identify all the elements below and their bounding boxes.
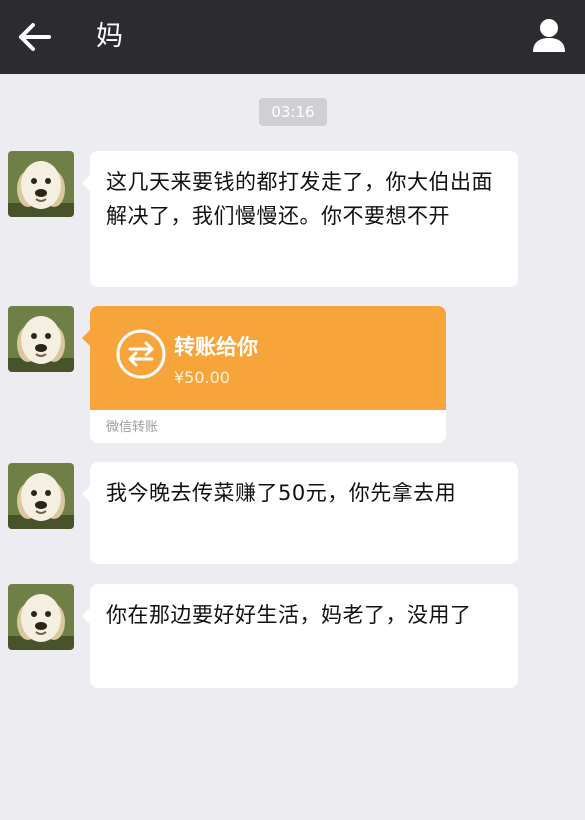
transfer-card[interactable]: 转账给你 ¥50.00 微信转账	[82, 306, 446, 443]
avatar[interactable]	[8, 584, 74, 650]
transfer-footer-label: 微信转账	[106, 420, 159, 435]
transfer-amount: ¥50.00	[174, 368, 230, 387]
transfer-title: 转账给你	[174, 335, 258, 359]
message-bubble[interactable]: 这几天来要钱的都打发走了，你大伯出面解决了，我们慢慢还。你不要想不开	[82, 151, 518, 287]
chat-title: 妈	[96, 21, 123, 52]
arrow-left-icon	[19, 23, 51, 51]
timestamp: 03:16	[259, 98, 327, 126]
dog-avatar-image	[8, 151, 74, 217]
top-bar: 妈	[0, 0, 585, 74]
transfer-icon	[114, 327, 168, 381]
message-text: 这几天来要钱的都打发走了，你大伯出面解决了，我们慢慢还。你不要想不开	[106, 170, 493, 228]
message-bubble[interactable]: 你在那边要好好生活，妈老了，没用了	[82, 584, 518, 688]
avatar[interactable]	[8, 463, 74, 529]
message-bubble[interactable]: 我今晚去传菜赚了50元，你先拿去用	[82, 462, 518, 564]
dog-avatar-image	[8, 306, 74, 372]
message-text: 我今晚去传菜赚了50元，你先拿去用	[106, 481, 457, 505]
dog-avatar-image	[8, 463, 74, 529]
profile-button[interactable]	[527, 14, 571, 58]
transfer-card-header: 转账给你 ¥50.00	[90, 306, 446, 410]
avatar[interactable]	[8, 151, 74, 217]
dog-avatar-image	[8, 584, 74, 650]
person-icon	[533, 19, 565, 52]
avatar[interactable]	[8, 306, 74, 372]
back-button[interactable]	[14, 16, 56, 58]
chat-area[interactable]: 03:16 这几天来要钱的都打发走了，你大伯出面解决了，我们慢慢还。你不要想不开	[0, 74, 585, 820]
message-text: 你在那边要好好生活，妈老了，没用了	[106, 603, 472, 627]
